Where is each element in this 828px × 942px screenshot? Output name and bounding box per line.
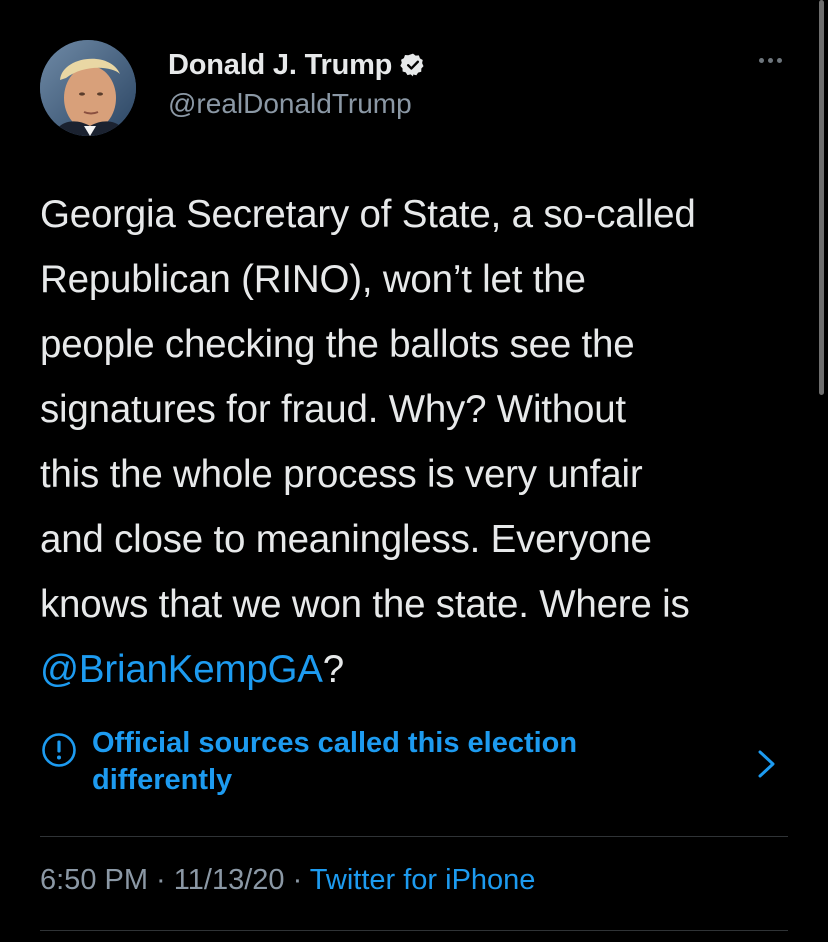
display-name[interactable]: Donald J. Trump (168, 49, 392, 82)
tweet-trailing-text: ? (322, 648, 344, 691)
avatar[interactable] (40, 40, 136, 136)
notice-line: differently (92, 764, 233, 796)
tweet-line: Georgia Secretary of State, a so-called (40, 193, 696, 236)
meta-separator: · (148, 864, 174, 896)
mention-link[interactable]: @BrianKempGA (40, 648, 323, 691)
meta-separator: · (284, 864, 310, 896)
tweet-meta: 6:50 PM · 11/13/20 · Twitter for iPhone (40, 864, 535, 897)
user-info: Donald J. Trump @realDonaldTrump (168, 46, 426, 120)
tweet-source-link[interactable]: Twitter for iPhone (310, 864, 536, 896)
avatar-image (40, 40, 136, 136)
tweet-line-last: @BrianKempGA? (40, 637, 800, 702)
election-notice[interactable]: Official sources called this election di… (40, 725, 788, 805)
tweet-line: people checking the ballots see the (40, 323, 635, 366)
tweet-header: Donald J. Trump @realDonaldTrump (40, 40, 790, 136)
tweet-date[interactable]: 11/13/20 (174, 864, 285, 896)
tweet-time[interactable]: 6:50 PM (40, 864, 148, 896)
tweet-detail: Donald J. Trump @realDonaldTrump Georgia… (0, 0, 828, 942)
scrollbar[interactable] (819, 0, 824, 395)
exclamation-circle-icon (40, 731, 78, 769)
tweet-line: Republican (RINO), won’t let the (40, 258, 586, 301)
notice-line: Official sources called this election (92, 727, 578, 759)
tweet-line: knows that we won the state. Where is (40, 583, 690, 626)
tweet-line: signatures for fraud. Why? Without (40, 388, 626, 431)
divider (40, 930, 788, 931)
chevron-right-icon[interactable] (756, 747, 778, 781)
tweet-text: Georgia Secretary of State, a so-called … (40, 182, 800, 702)
notice-text[interactable]: Official sources called this election di… (92, 725, 692, 799)
verified-badge-icon (400, 52, 426, 78)
divider (40, 836, 788, 837)
tweet-line: and close to meaningless. Everyone (40, 518, 652, 561)
user-handle[interactable]: @realDonaldTrump (168, 88, 426, 120)
display-name-row: Donald J. Trump (168, 46, 426, 84)
more-options-icon[interactable] (750, 46, 790, 74)
tweet-line: this the whole process is very unfair (40, 453, 643, 496)
